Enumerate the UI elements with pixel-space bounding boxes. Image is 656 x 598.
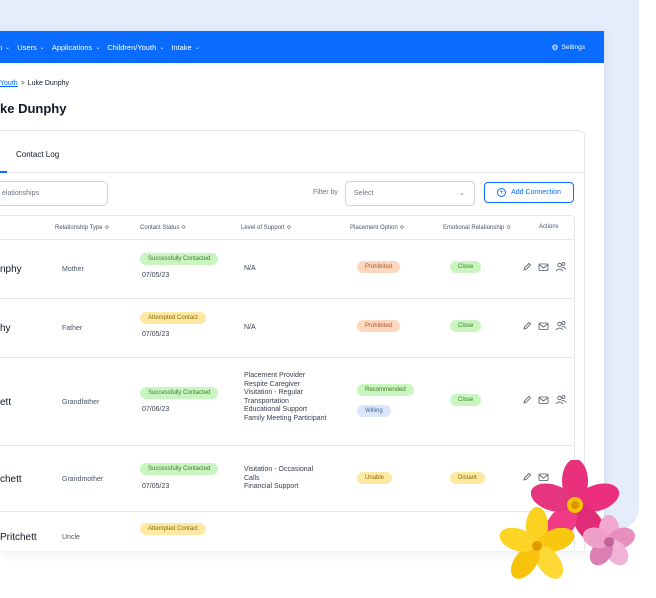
support-line: Financial Support	[244, 483, 299, 490]
nav-item-children-youth[interactable]: Children/Youth ⌄	[107, 43, 164, 52]
settings-label: Settings	[561, 43, 586, 51]
support-line: Calls	[244, 474, 260, 482]
chevron-down-icon: ⌄	[159, 44, 165, 51]
filter-select-value: Select	[354, 190, 374, 197]
row-name: Pritchett	[0, 532, 37, 543]
row-name: ett	[0, 397, 12, 408]
support-line: Visitation - Regular	[244, 389, 304, 396]
search-input[interactable]: elationships	[0, 181, 108, 206]
chevron-down-icon: ⌄	[194, 44, 200, 51]
pencil-icon[interactable]	[522, 262, 532, 272]
status-badge: Successfully Contacted	[140, 387, 219, 399]
breadcrumb-parent-link[interactable]: Youth	[0, 80, 18, 87]
people-icon[interactable]	[555, 394, 567, 406]
tab-contact-log[interactable]: Contact Log	[16, 150, 59, 159]
support-line: N/A	[244, 324, 256, 331]
envelope-icon[interactable]	[538, 262, 549, 272]
breadcrumb-current: Luke Dunphy	[27, 80, 70, 87]
support-list: Visitation - Occasional Calls Financial …	[244, 466, 313, 492]
contact-date: 07/06/23	[142, 406, 170, 413]
contact-date: 07/05/23	[142, 272, 170, 279]
row-actions	[522, 394, 567, 406]
table-row: Pritchett Uncle Attempted Contact	[0, 512, 574, 551]
row-relationship: Grandfather	[62, 399, 100, 406]
placement-badge: Prohibited	[357, 320, 401, 332]
placement-badge: Willing	[357, 405, 391, 417]
table-header: Relationship Type ≎ Contact Status ≎ Lev…	[0, 216, 574, 240]
breadcrumb-separator: >	[20, 80, 25, 87]
page-title: ke Dunphy	[0, 101, 67, 116]
status-badge: Successfully Contacted	[140, 253, 219, 265]
support-list: Placement Provider Respite Caregiver Vis…	[244, 372, 326, 423]
status-badge: Successfully Contacted	[140, 463, 219, 475]
top-navbar: n ⌄ Users ⌄ Applications ⌄ Children/Youth ⌄ …	[0, 31, 604, 63]
placement-badge: Prohibited	[357, 261, 401, 273]
row-name: hy	[0, 323, 11, 334]
support-line: Visitation - Occasional	[244, 466, 314, 473]
pencil-icon[interactable]	[522, 395, 532, 405]
row-relationship: Father	[62, 325, 83, 332]
envelope-icon[interactable]	[538, 395, 549, 405]
nav-item-home[interactable]: n ⌄	[0, 43, 10, 52]
support-line: N/A	[244, 265, 256, 272]
placement-badge: Recommended	[357, 384, 414, 396]
pencil-icon[interactable]	[522, 321, 532, 331]
row-relationship: Mother	[62, 266, 84, 273]
row-relationship: Grandmother	[62, 476, 104, 483]
chevron-down-icon: ⌄	[459, 190, 465, 197]
header-contact-status[interactable]: Contact Status ≎	[140, 224, 186, 231]
tab-bar: Contact Log	[0, 131, 584, 173]
row-name: chett	[0, 474, 22, 485]
header-placement-option[interactable]: Placement Option ≎	[350, 224, 404, 231]
status-badge: Attempted Contact	[140, 312, 206, 324]
table-row: hy Father Attempted Contact 07/05/23 N/A…	[0, 299, 574, 358]
contact-date: 07/05/23	[142, 331, 170, 338]
table-row: chett Grandmother Successfully Contacted…	[0, 446, 574, 512]
row-actions	[522, 261, 567, 273]
placement-badge: Unable	[357, 472, 393, 484]
emotional-badge: Close	[450, 394, 482, 406]
chevron-down-icon: ⌄	[5, 44, 11, 51]
header-emotional-relationship[interactable]: Emotional Relationship ≎	[443, 224, 511, 231]
plus-circle-icon: +	[497, 188, 507, 197]
row-actions	[522, 320, 567, 332]
contact-date: 07/05/23	[142, 483, 170, 490]
table-row: nphy Mother Successfully Contacted 07/05…	[0, 240, 574, 299]
support-line: Transportation	[244, 397, 289, 405]
emotional-badge: Distant	[450, 472, 485, 484]
support-line: Family Meeting Participant	[244, 414, 327, 422]
row-relationship: Uncle	[62, 534, 80, 541]
tab-active-indicator[interactable]	[0, 171, 7, 173]
support-line: Educational Support	[244, 406, 308, 413]
filter-select[interactable]: Select ⌄	[345, 181, 475, 206]
gear-icon: ⚙	[551, 42, 559, 52]
breadcrumb: Youth > Luke Dunphy	[0, 80, 69, 87]
add-connection-label: Add Connection	[511, 189, 561, 196]
chevron-down-icon: ⌄	[95, 44, 101, 51]
nav-item-users[interactable]: Users ⌄	[17, 43, 45, 52]
chevron-down-icon: ⌄	[39, 44, 45, 51]
header-actions: Actions	[539, 224, 559, 230]
emotional-badge: Close	[450, 320, 482, 332]
nav-item-intake[interactable]: Intake ⌄	[171, 43, 199, 52]
emotional-badge: Close	[450, 261, 482, 273]
flowers-illustration	[499, 460, 636, 579]
people-icon[interactable]	[555, 320, 567, 332]
add-connection-button[interactable]: + Add Connection	[484, 182, 574, 203]
row-name: nphy	[0, 264, 22, 275]
header-level-of-support[interactable]: Level of Support ≎	[241, 224, 291, 231]
envelope-icon[interactable]	[538, 321, 549, 331]
support-line: Respite Caregiver	[244, 380, 301, 388]
nav-item-applications[interactable]: Applications ⌄	[52, 43, 100, 52]
header-relationship-type[interactable]: Relationship Type ≎	[55, 224, 109, 231]
filter-label: Filter by	[313, 189, 338, 196]
settings-link[interactable]: ⚙ Settings	[551, 31, 585, 63]
table-row: ett Grandfather Successfully Contacted 0…	[0, 358, 574, 446]
people-icon[interactable]	[555, 261, 567, 273]
support-line: Placement Provider	[244, 372, 306, 379]
status-badge: Attempted Contact	[140, 523, 206, 535]
